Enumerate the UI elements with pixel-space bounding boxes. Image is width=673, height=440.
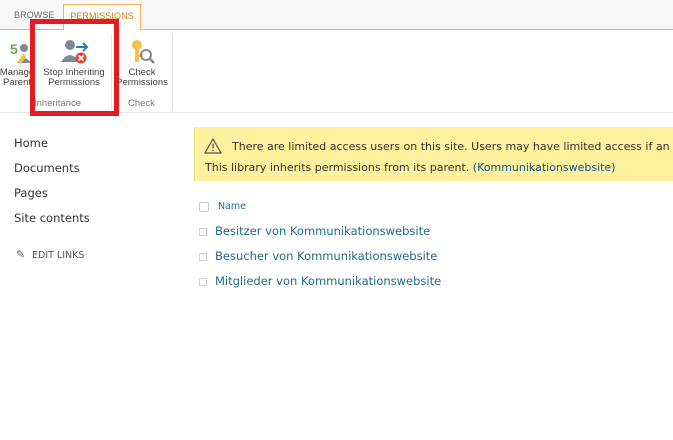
highlight-box xyxy=(30,19,119,116)
row-checkbox[interactable] xyxy=(199,278,207,286)
nav-item-pages[interactable]: Pages xyxy=(14,186,90,211)
nav-item-home[interactable]: Home xyxy=(14,136,90,161)
nav-item-site-contents[interactable]: Site contents xyxy=(14,211,90,236)
group-link[interactable]: Mitglieder von Kommunikationswebsite xyxy=(215,274,441,288)
banner-text-line1: There are limited access users on this s… xyxy=(232,140,673,153)
row-checkbox[interactable] xyxy=(199,253,207,261)
svg-text:5: 5 xyxy=(10,41,18,57)
group-label-check: Check xyxy=(128,98,155,109)
select-all-checkbox[interactable] xyxy=(199,202,209,212)
list-item: Mitglieder von Kommunikationswebsite xyxy=(198,274,498,292)
nav-item-documents[interactable]: Documents xyxy=(14,161,90,186)
group-link[interactable]: Besucher von Kommunikationswebsite xyxy=(215,249,437,263)
banner-inherit-text: This library inherits permissions from i… xyxy=(205,161,473,174)
group-divider xyxy=(172,34,173,110)
row-checkbox[interactable] xyxy=(199,228,207,236)
list-item: Besitzer von Kommunikationswebsite xyxy=(198,224,498,242)
list-item: Besucher von Kommunikationswebsite xyxy=(198,249,498,267)
warning-icon xyxy=(203,137,223,154)
edit-links-button[interactable]: ✎ EDIT LINKS xyxy=(16,248,84,261)
column-header-name[interactable]: Name xyxy=(218,201,246,212)
left-navigation: Home Documents Pages Site contents xyxy=(14,136,90,236)
parent-site-link[interactable]: (Kommunikationswebsite) xyxy=(473,161,616,174)
check-permissions-button[interactable]: Check Permissions xyxy=(114,30,170,88)
pencil-icon: ✎ xyxy=(16,248,26,261)
group-link[interactable]: Besitzer von Kommunikationswebsite xyxy=(215,224,430,238)
banner-text-line2: This library inherits permissions from i… xyxy=(205,161,616,174)
list-header: Name xyxy=(198,200,398,216)
limited-access-banner: There are limited access users on this s… xyxy=(194,127,673,181)
check-permissions-icon xyxy=(127,36,157,66)
edit-links-label: EDIT LINKS xyxy=(32,250,85,261)
check-permissions-label-2: Permissions xyxy=(116,77,168,88)
manage-parent-icon: 5 xyxy=(2,36,32,66)
